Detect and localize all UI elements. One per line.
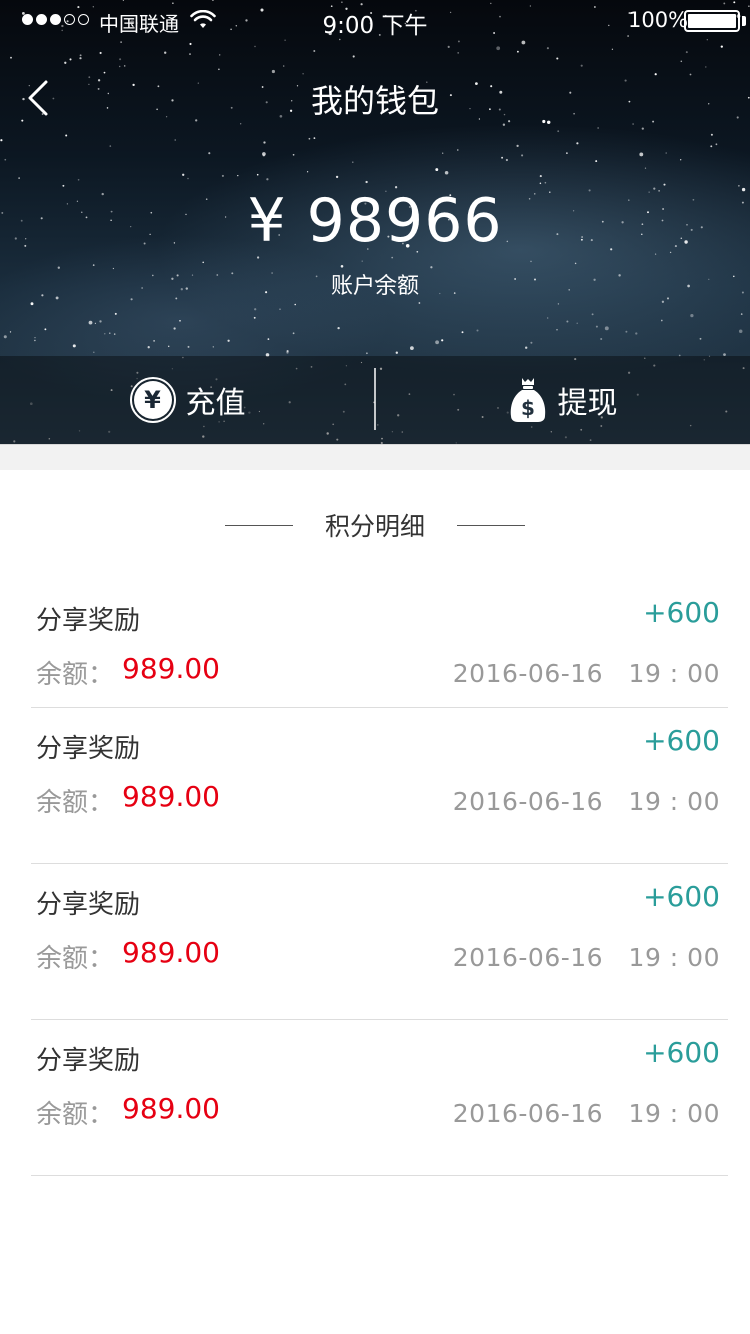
record-time: 2016-06-16 19 : 00 bbox=[452, 787, 720, 816]
battery-icon bbox=[684, 10, 740, 32]
record-balance-value: 989.00 bbox=[122, 780, 220, 813]
battery-percentage: 100% bbox=[628, 8, 689, 32]
wallet-action-bar: ¥ 充值 $ 提现 bbox=[0, 356, 750, 444]
record-time: 2016-06-16 19 : 00 bbox=[452, 1099, 720, 1128]
recharge-button[interactable]: ¥ 充值 bbox=[0, 356, 375, 444]
status-bar: 中国联通 9:00 下午 100% bbox=[0, 0, 750, 40]
list-item[interactable]: 分享奖励 +600 余额： 989.00 2016-06-16 19 : 00 bbox=[31, 1020, 728, 1176]
money-bag-icon: $ bbox=[510, 378, 545, 422]
wallet-header: 中国联通 9:00 下午 100% 我的钱包 ¥ 98966 账户余额 ¥ 充值 bbox=[0, 0, 750, 444]
record-change: +600 bbox=[643, 596, 720, 629]
record-time: 2016-06-16 19 : 00 bbox=[452, 943, 720, 972]
section-gap bbox=[0, 444, 750, 470]
withdraw-button[interactable]: $ 提现 bbox=[375, 356, 750, 444]
section-title: 积分明细 bbox=[324, 512, 425, 541]
record-balance-value: 989.00 bbox=[122, 652, 220, 685]
record-change: +600 bbox=[643, 724, 720, 757]
record-time: 2016-06-16 19 : 00 bbox=[452, 659, 720, 688]
record-balance-label: 余额： bbox=[36, 1100, 115, 1130]
list-item[interactable]: 分享奖励 +600 余额： 989.00 2016-06-16 19 : 00 bbox=[31, 580, 728, 708]
points-detail-header: 积分明细 bbox=[0, 470, 750, 580]
action-divider bbox=[374, 368, 376, 430]
section-line-right bbox=[457, 524, 525, 526]
record-title: 分享奖励 bbox=[36, 890, 141, 920]
record-title: 分享奖励 bbox=[36, 1046, 141, 1076]
record-balance-value: 989.00 bbox=[122, 936, 220, 969]
battery-tip bbox=[742, 16, 746, 26]
yen-coin-icon: ¥ bbox=[129, 377, 176, 423]
record-title: 分享奖励 bbox=[36, 734, 141, 764]
withdraw-label: 提现 bbox=[557, 386, 618, 421]
recharge-label: 充值 bbox=[185, 386, 246, 421]
record-balance-value: 989.00 bbox=[122, 1092, 220, 1125]
record-title: 分享奖励 bbox=[36, 606, 141, 636]
record-balance-label: 余额： bbox=[36, 660, 115, 690]
record-change: +600 bbox=[643, 880, 720, 913]
section-line-left bbox=[224, 524, 293, 526]
balance-label: 账户余额 bbox=[330, 274, 419, 299]
record-balance-label: 余额： bbox=[36, 944, 115, 974]
record-balance-label: 余额： bbox=[36, 788, 115, 818]
page-title: 我的钱包 bbox=[310, 82, 439, 120]
balance-amount: ¥ 98966 bbox=[247, 186, 503, 256]
list-item[interactable]: 分享奖励 +600 余额： 989.00 2016-06-16 19 : 00 bbox=[31, 708, 728, 864]
points-record-list: 分享奖励 +600 余额： 989.00 2016-06-16 19 : 00 … bbox=[0, 580, 750, 1176]
record-change: +600 bbox=[643, 1036, 720, 1069]
svg-text:$: $ bbox=[521, 396, 535, 420]
list-item[interactable]: 分享奖励 +600 余额： 989.00 2016-06-16 19 : 00 bbox=[31, 864, 728, 1020]
